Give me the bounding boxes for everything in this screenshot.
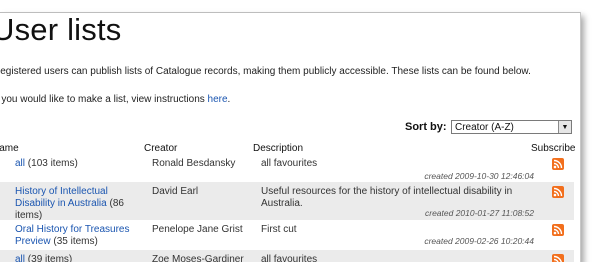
- item-count: (35 items): [53, 236, 98, 247]
- list-name-cell: all (103 items): [15, 158, 150, 170]
- instructions-suffix: .: [227, 94, 231, 105]
- page-title: User lists: [0, 12, 122, 47]
- description-cell: Useful resources for the history of inte…: [261, 186, 513, 209]
- chevron-down-icon[interactable]: ▼: [558, 121, 571, 133]
- sort-select[interactable]: Creator (A-Z) ▼: [451, 120, 572, 134]
- creator-cell: David Earl: [152, 186, 199, 197]
- sort-selected-value: Creator (A-Z): [455, 122, 514, 133]
- description-cell: First cut: [261, 224, 297, 235]
- list-name-cell: Oral History for Treasures Preview (35 i…: [15, 224, 145, 248]
- description-cell: all favourites: [261, 158, 318, 169]
- page-frame: User lists Registered users can publish …: [0, 0, 595, 273]
- list-name-link[interactable]: all: [15, 158, 25, 169]
- column-header-name: Name: [0, 143, 19, 154]
- rss-feed-icon[interactable]: [552, 224, 564, 236]
- column-header-description: Description: [253, 143, 304, 154]
- item-count: (103 items): [27, 158, 78, 169]
- table-row: all (103 items) Ronald Besdansky all fav…: [0, 154, 574, 182]
- instructions-link[interactable]: here: [208, 94, 228, 105]
- list-name-cell: History of Intellectual Disability in Au…: [15, 186, 150, 222]
- created-timestamp: created 2009-10-30 12:46:04: [424, 171, 534, 181]
- table-row: Oral History for Treasures Preview (35 i…: [0, 220, 574, 250]
- instructions-prefix: If you would like to make a list, view i…: [0, 94, 208, 105]
- list-name-link[interactable]: History of Intellectual Disability in Au…: [15, 186, 108, 209]
- sort-label: Sort by:: [405, 121, 447, 133]
- creator-cell: Penelope Jane Grist: [152, 224, 243, 235]
- column-header-creator: Creator: [144, 143, 178, 154]
- rss-feed-icon[interactable]: [552, 186, 564, 198]
- bottom-margin: [0, 262, 595, 273]
- column-header-subscribe: Subscribe: [531, 143, 576, 154]
- instructions-text: If you would like to make a list, view i…: [0, 94, 230, 105]
- created-timestamp: created 2009-02-26 10:20:44: [424, 236, 534, 246]
- created-timestamp: created 2010-01-27 11:08:52: [424, 208, 534, 218]
- intro-text: Registered users can publish lists of Ca…: [0, 66, 531, 77]
- rss-feed-icon[interactable]: [552, 158, 564, 170]
- creator-cell: Ronald Besdansky: [152, 158, 236, 169]
- table-row: History of Intellectual Disability in Au…: [0, 182, 574, 222]
